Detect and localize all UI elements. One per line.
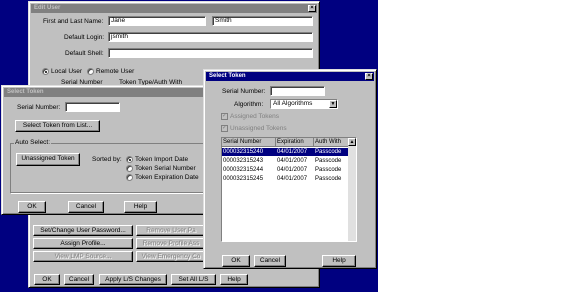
sorted-by-label: Sorted by: [92,156,122,163]
cell-auth-with: Passcode [315,149,342,155]
table-scrollbar[interactable]: ▲ [348,138,356,241]
default-shell-input[interactable] [108,48,313,58]
edit-user-help-button[interactable]: Help [220,274,248,285]
local-user-radio[interactable] [42,68,49,75]
remove-user-password-button[interactable]: Remove User Pa [136,225,206,236]
left-help-button[interactable]: Help [124,201,157,213]
select-token-right-window: Select Token × Serial Number: Algorithm:… [203,69,377,269]
edit-user-ok-button[interactable]: OK [34,274,60,285]
algorithm-select[interactable]: All Algorithms ▼ [270,99,338,109]
cell-serial: 000032315244 [223,167,264,173]
edit-user-cancel-button[interactable]: Cancel [64,274,94,285]
unassigned-token-button[interactable]: Unassigned Token [16,153,80,166]
column-expiration-header[interactable]: Expiration [276,138,314,147]
default-shell-label: Default Shell: [65,50,104,57]
set-change-password-button[interactable]: Set/Change User Password... [33,225,133,236]
cell-expiration: 04/01/2007 [277,167,308,173]
right-serial-number-label: Serial Number: [222,88,266,95]
table-row[interactable]: 000032315244 04/01/2007 Passcode [222,166,350,174]
remote-user-label: Remote User [96,68,135,75]
default-login-label: Default Login: [64,34,105,41]
auto-select-label: Auto Select: [14,138,52,147]
algorithm-label: Algorithm: [234,101,264,108]
local-user-label: Local User [51,68,83,75]
cell-auth-with: Passcode [315,176,342,182]
sort-import-date-label: Token Import Date [135,156,189,163]
first-name-input[interactable]: Jane [108,16,206,26]
assigned-tokens-label: Assigned Tokens [230,113,280,120]
cell-auth-with: Passcode [315,167,342,173]
assigned-tokens-checkbox[interactable] [221,112,228,120]
edit-user-title: Edit User [34,5,61,11]
cell-auth-with: Passcode [315,158,342,164]
first-last-name-label: First and Last Name: [43,18,104,25]
default-login-input[interactable]: jsmith [108,32,313,42]
unassigned-tokens-checkbox[interactable] [221,124,228,132]
column-auth-with-header[interactable]: Auth With [314,138,350,147]
edit-user-titlebar[interactable]: Edit User × [31,4,317,13]
sort-expiration-date-label: Token Expiration Date [135,174,199,181]
left-serial-number-input[interactable] [65,102,120,112]
left-cancel-button[interactable]: Cancel [68,201,104,213]
column-serial-number-header[interactable]: Serial Number [222,138,276,147]
table-row[interactable]: 000032315245 04/01/2007 Passcode [222,175,350,183]
cell-serial: 000032315243 [223,158,264,164]
view-lmp-source-button[interactable]: View LMP Source... [33,251,133,262]
sort-serial-number-radio[interactable] [126,165,133,172]
cell-expiration: 04/01/2007 [277,158,308,164]
remote-user-radio[interactable] [87,68,94,75]
view-emergency-button[interactable]: View Emergency Co [136,251,206,262]
cell-expiration: 04/01/2007 [277,149,308,155]
cell-serial: 000032315240 [223,149,264,155]
last-name-input[interactable]: Smith [212,16,313,26]
chevron-down-icon[interactable]: ▼ [329,100,337,108]
token-table[interactable]: Serial Number Expiration Auth With 00003… [221,137,357,242]
right-serial-number-input[interactable] [270,86,325,96]
apply-ls-changes-button[interactable]: Apply L/S Changes [99,274,167,285]
right-ok-button[interactable]: OK [222,255,250,267]
scroll-up-icon[interactable]: ▲ [348,138,356,146]
table-row[interactable]: 000032315243 04/01/2007 Passcode [222,157,350,165]
select-token-left-title: Select Token [7,89,44,95]
select-token-from-list-button[interactable]: Select Token from List... [15,120,100,132]
right-cancel-button[interactable]: Cancel [254,255,286,267]
left-serial-number-label: Serial Number: [17,104,61,111]
algorithm-value: All Algorithms [273,100,313,107]
right-help-button[interactable]: Help [322,255,356,267]
cell-expiration: 04/01/2007 [277,176,308,182]
sort-serial-number-label: Token Serial Number [135,165,196,172]
select-token-left-window: Select Token Serial Number: Select Token… [1,85,207,215]
unassigned-tokens-label: Unassigned Tokens [230,125,287,132]
remove-profile-button[interactable]: Remove Profile Ass [136,238,206,249]
cell-serial: 000032315245 [223,176,264,182]
sort-import-date-radio[interactable] [126,156,133,163]
select-token-right-titlebar[interactable]: Select Token × [206,72,374,81]
select-token-right-title: Select Token [209,73,246,79]
close-icon[interactable]: × [308,5,316,12]
left-ok-button[interactable]: OK [18,201,46,213]
assign-profile-button[interactable]: Assign Profile... [33,238,133,249]
set-all-ls-button[interactable]: Set All L/S [171,274,216,285]
select-token-left-titlebar[interactable]: Select Token [4,88,204,97]
table-row[interactable]: 000032315240 04/01/2007 Passcode [222,148,350,156]
close-icon[interactable]: × [365,73,373,80]
sort-expiration-date-radio[interactable] [126,174,133,181]
